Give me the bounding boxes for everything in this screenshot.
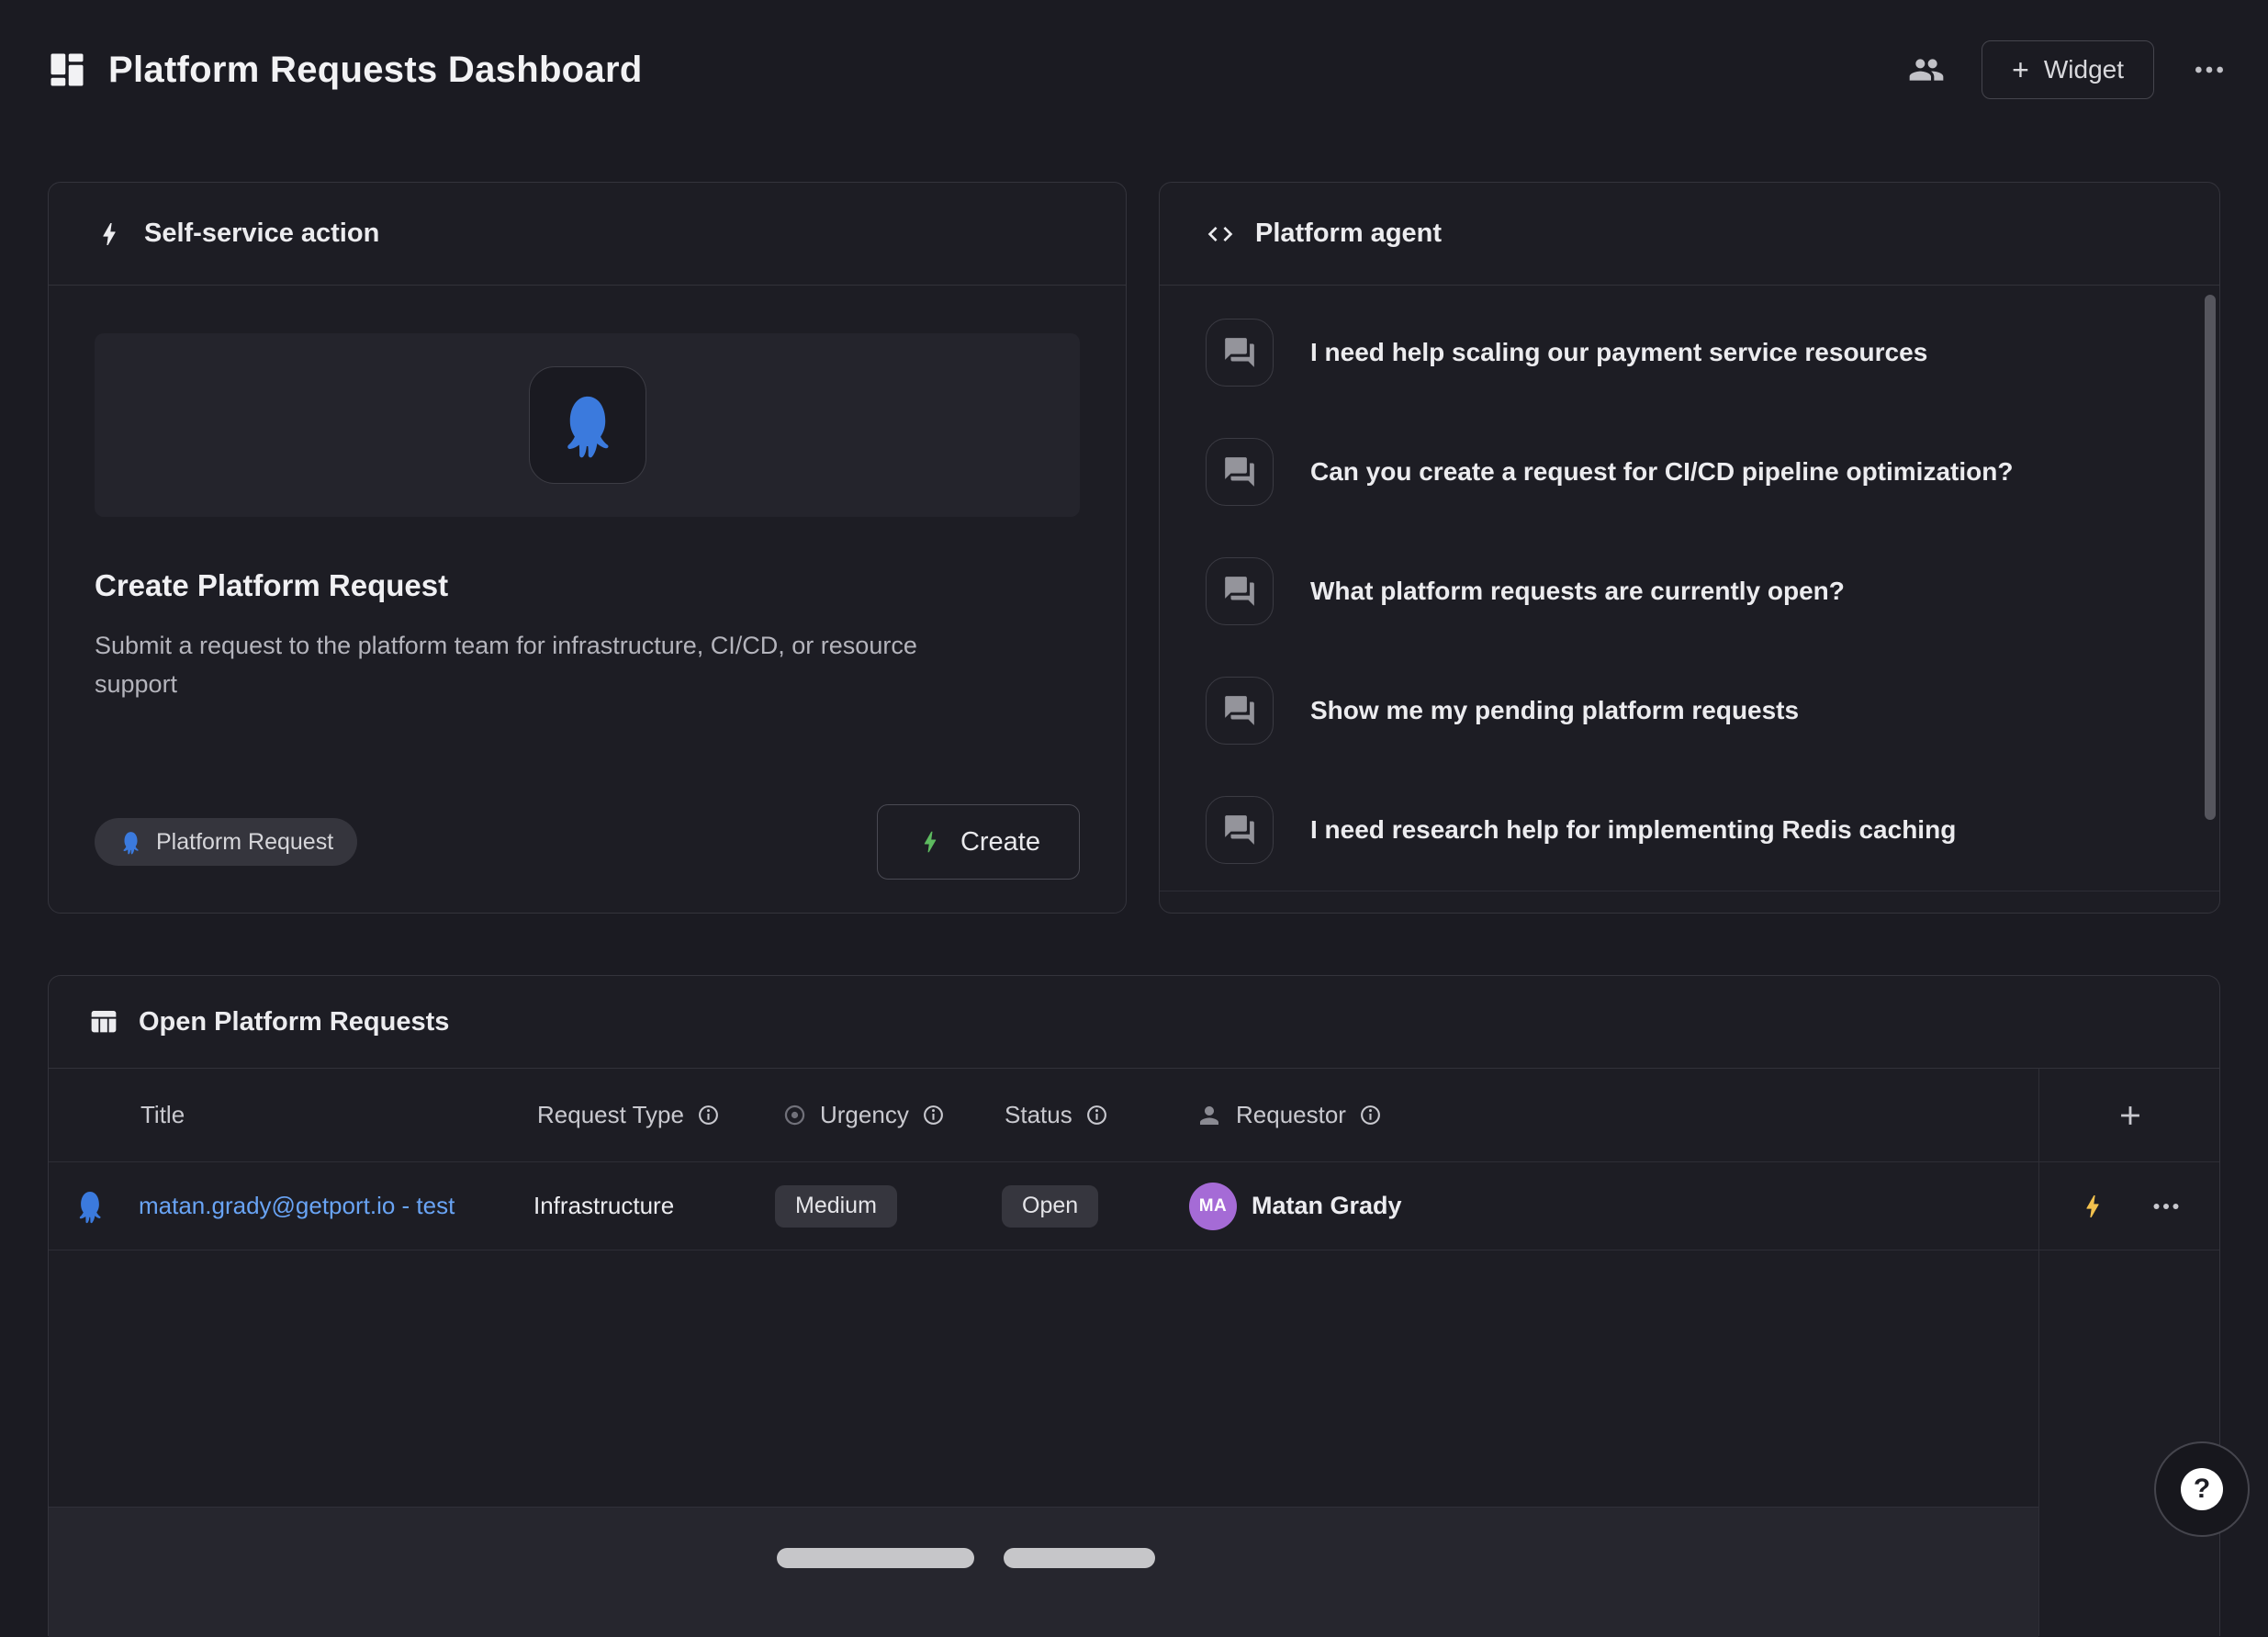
request-type-value: Infrastructure [533,1192,674,1220]
create-button[interactable]: Create [877,804,1080,880]
info-icon[interactable] [1359,1104,1382,1127]
column-header-requestor[interactable]: Requestor [1196,1069,1382,1161]
column-label: Requestor [1236,1101,1346,1129]
plus-icon [2115,1100,2146,1131]
add-column-button[interactable] [2038,1069,2221,1161]
requestor-avatar: MA [1189,1183,1237,1230]
users-icon[interactable] [1908,51,1945,88]
self-service-card-title: Self-service action [144,219,379,249]
row-blueprint-icon-cell [73,1162,107,1250]
table-icon [89,1007,118,1037]
page-title: Platform Requests Dashboard [108,50,643,91]
horizontal-scrollbar-thumb[interactable] [777,1548,974,1568]
table-card-header: Open Platform Requests [49,976,2219,1069]
column-label: Urgency [820,1101,909,1129]
more-options-icon[interactable] [2191,51,2228,88]
requestor-name: Matan Grady [1252,1192,1402,1220]
suggestion-label: I need research help for implementing Re… [1310,815,1956,845]
row-title-link[interactable]: matan.grady@getport.io - test [139,1192,455,1220]
info-icon[interactable] [697,1104,720,1127]
help-button[interactable]: ? [2154,1441,2250,1537]
suggestion-label: Show me my pending platform requests [1310,696,1799,725]
table-column-header-row: Title Request Type Urgency Status [49,1069,2219,1162]
agent-suggestion-list: I need help scaling our payment service … [1160,286,2219,864]
add-widget-button[interactable]: + Widget [1982,40,2154,99]
blueprint-badge-label: Platform Request [156,829,333,856]
port-octopus-icon [73,1189,107,1224]
chat-bubble-icon[interactable] [1206,557,1274,625]
table-footer-scroll-area [49,1507,2038,1637]
table-card-title: Open Platform Requests [139,1007,449,1037]
actions-column-divider [2038,1069,2039,1636]
action-heading: Create Platform Request [95,568,1080,603]
self-service-card-body: Create Platform Request Submit a request… [49,286,1126,913]
lightning-bolt-icon [916,828,944,856]
action-description: Submit a request to the platform team fo… [95,627,976,704]
chat-bubble-icon[interactable] [1206,796,1274,864]
row-status-cell: Open [1002,1162,1098,1250]
table-row[interactable]: matan.grady@getport.io - test Infrastruc… [49,1162,2219,1250]
suggestion-label: Can you create a request for CI/CD pipel… [1310,457,2013,487]
add-widget-label: Widget [2044,55,2124,84]
column-label: Request Type [537,1101,684,1129]
horizontal-scrollbar-thumb[interactable] [1004,1548,1155,1568]
row-request-type-cell: Infrastructure [533,1162,674,1250]
blueprint-badge[interactable]: Platform Request [95,818,357,866]
info-icon[interactable] [1085,1104,1108,1127]
column-header-request-type[interactable]: Request Type [537,1069,720,1161]
row-title-cell: matan.grady@getport.io - test [139,1162,455,1250]
question-mark-icon: ? [2181,1468,2223,1510]
agent-suggestion-item[interactable]: Can you create a request for CI/CD pipel… [1206,438,2173,506]
column-header-urgency[interactable]: Urgency [782,1069,945,1161]
urgency-badge: Medium [775,1185,897,1228]
action-banner [95,333,1080,517]
create-button-label: Create [960,827,1040,858]
port-octopus-icon [118,830,143,855]
self-service-card-header: Self-service action [49,183,1126,286]
port-octopus-icon [554,391,622,459]
page-header: Platform Requests Dashboard + Widget [48,37,2228,103]
agent-suggestion-item[interactable]: What platform requests are currently ope… [1206,557,2173,625]
dashboard-logo-icon [48,50,86,89]
row-requestor-cell: MA Matan Grady [1189,1162,1402,1250]
suggestion-label: What platform requests are currently ope… [1310,577,1845,606]
agent-suggestion-item[interactable]: I need help scaling our payment service … [1206,319,2173,387]
radio-dot-icon [782,1103,807,1127]
status-badge: Open [1002,1185,1098,1228]
person-icon [1196,1102,1223,1129]
chat-bubble-icon[interactable] [1206,319,1274,387]
plus-icon: + [2012,55,2029,84]
chat-bubble-icon[interactable] [1206,677,1274,745]
row-urgency-cell: Medium [775,1162,897,1250]
agent-suggestion-item[interactable]: I need research help for implementing Re… [1206,796,2173,864]
row-actions [2038,1162,2221,1250]
agent-vertical-scrollbar[interactable] [2205,295,2216,820]
run-action-bolt-icon[interactable] [2078,1192,2107,1221]
lightning-bolt-icon [95,219,124,249]
self-service-action-card: Self-service action Create Platform Requ… [48,182,1127,914]
action-icon-box [529,366,646,484]
column-header-title[interactable]: Title [140,1069,185,1161]
agent-suggestion-item[interactable]: Show me my pending platform requests [1206,677,2173,745]
action-footer: Platform Request Create [95,804,1080,880]
column-label: Status [1005,1101,1072,1129]
column-header-status[interactable]: Status [1005,1069,1108,1161]
code-brackets-icon [1206,219,1235,249]
open-platform-requests-card: Open Platform Requests Title Request Typ… [48,975,2220,1636]
header-actions: + Widget [1908,40,2228,99]
column-label: Title [140,1101,185,1129]
agent-card-title: Platform agent [1255,219,1442,249]
chat-bubble-icon[interactable] [1206,438,1274,506]
platform-agent-card: Platform agent I need help scaling our p… [1159,182,2220,914]
agent-card-header: Platform agent [1160,183,2219,286]
info-icon[interactable] [922,1104,945,1127]
suggestion-label: I need help scaling our payment service … [1310,338,1927,367]
row-more-options-icon[interactable] [2150,1190,2183,1223]
